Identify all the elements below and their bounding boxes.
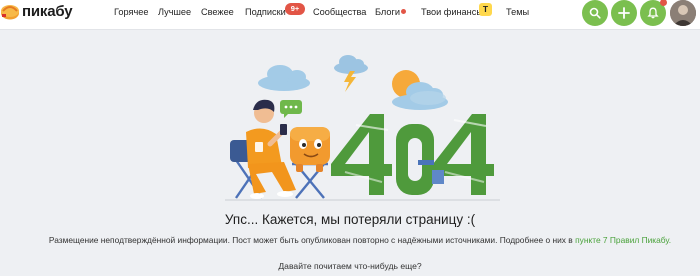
user-avatar[interactable] xyxy=(670,0,696,26)
finance-icon: Т xyxy=(479,3,492,16)
top-header: пикабу Горячее Лучшее Свежее Подписки 9+… xyxy=(0,0,700,30)
chat-bubble-icon xyxy=(280,100,302,118)
error-description-text: Размещение неподтверждённой информации. … xyxy=(48,235,576,245)
error-title: Упс... Кажется, мы потеряли страницу :( xyxy=(224,212,476,227)
bell-icon xyxy=(647,7,659,19)
nav-best[interactable]: Лучшее xyxy=(158,7,191,17)
404-graphic xyxy=(331,114,494,195)
pikabu-logo-icon xyxy=(1,5,19,20)
cloud-right xyxy=(410,91,446,105)
search-icon xyxy=(589,7,601,19)
error-description: Размещение неподтверждённой информации. … xyxy=(40,234,680,247)
nav-topics[interactable]: Темы xyxy=(506,7,529,17)
person-figure xyxy=(246,99,296,199)
rules-link[interactable]: пункте 7 Правил Пикабу. xyxy=(575,235,671,245)
storm-cloud-icon xyxy=(334,55,368,92)
plus-icon xyxy=(618,7,630,19)
pikabu-logo[interactable]: пикабу xyxy=(0,2,73,20)
avatar-image xyxy=(670,0,696,26)
error-404-illustration xyxy=(225,55,500,201)
logo-text: пикабу xyxy=(22,2,73,20)
nav-finance[interactable]: Твои финансы xyxy=(421,7,483,17)
phone-icon xyxy=(280,124,287,135)
notification-dot xyxy=(660,0,667,6)
add-post-button[interactable] xyxy=(611,0,637,26)
blogs-dot xyxy=(401,9,406,14)
nav-communities[interactable]: Сообщества xyxy=(313,7,366,17)
read-something-prompt: Давайте почитаем что-нибудь еще? xyxy=(278,261,422,271)
search-button[interactable] xyxy=(582,0,608,26)
nav-blogs[interactable]: Блоги xyxy=(375,7,400,17)
cloud-left xyxy=(258,65,310,91)
nav-hot[interactable]: Горячее xyxy=(114,7,148,17)
nav-fresh[interactable]: Свежее xyxy=(201,7,234,17)
nav-subscriptions[interactable]: Подписки xyxy=(245,7,286,17)
subscriptions-badge: 9+ xyxy=(285,3,305,15)
